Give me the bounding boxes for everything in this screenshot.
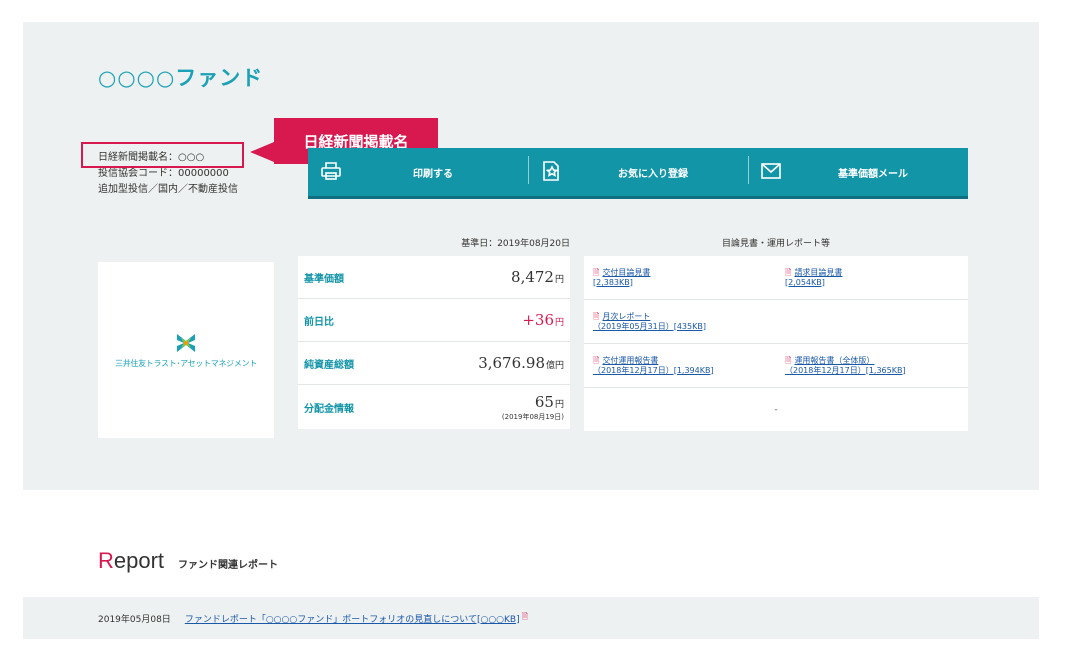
full-report-size[interactable]: （2018年12月17日）[1,365KB] [785,366,906,375]
request-prospectus-link[interactable]: 請求目論見書 [794,268,842,277]
action-toolbar: 印刷する お気に入り登録 基準価額メール [308,148,968,199]
nav-row: 基準価額 8,472円 [298,256,570,299]
doc-row: 🗎 月次レポート （2019年05月31日）[435KB] [584,300,968,344]
change-value: +36円 [522,311,564,329]
callout-arrow [250,142,274,162]
pdf-icon: 🗎 [593,355,600,365]
nikkei-name-highlight [81,142,244,168]
association-code: 投信協会コード：00000000 [98,168,229,179]
documents-header: 目論見書・運用レポート等 [721,239,830,249]
company-logo-box: 三井住友トラスト･アセットマネジメント [98,262,274,438]
fund-category: 追加型投信／国内／不動産投信 [98,184,238,195]
price-mail-button[interactable]: 基準価額メール [748,148,968,196]
pdf-icon: 🗎 [785,267,792,277]
monthly-report-size[interactable]: （2019年05月31日）[435KB] [593,322,706,331]
documents-table: 🗎 交付目論見書 [2,383KB] 🗎 請求目論見書 [2,054KB] 🗎 月次レ… [584,256,968,431]
printer-icon [321,162,341,180]
distribution-label: 分配金情報 [304,403,354,415]
report-subtitle: ファンド関連レポート [178,560,279,571]
fund-title: ○○○○ファンド [98,66,264,90]
change-row: 前日比 +36円 [298,299,570,342]
print-button[interactable]: 印刷する [308,148,528,196]
doc-cell: 🗎 運用報告書（全体版） （2018年12月17日）[1,365KB] [776,356,968,376]
report-list-item: 2019年05月08日 ファンドレポート「○○○○ファンド」ポートフォリオの見直… [23,597,1039,639]
change-label: 前日比 [304,316,334,328]
delivery-report-size[interactable]: （2018年12月17日）[1,394KB] [593,366,714,375]
mail-icon [761,163,781,179]
doc-cell: 🗎 交付運用報告書 （2018年12月17日）[1,394KB] [584,356,776,376]
monthly-report-link[interactable]: 月次レポート [602,312,650,321]
pdf-icon: 🗎 [593,267,600,277]
doc-row: 🗎 交付運用報告書 （2018年12月17日）[1,394KB] 🗎 運用報告書（全… [584,344,968,388]
pdf-icon: 🗎 [785,355,792,365]
favorite-button[interactable]: お気に入り登録 [528,148,748,196]
report-heading: Report [98,548,165,573]
doc-cell: 🗎 請求目論見書 [2,054KB] [776,268,968,288]
empty-cell: - [774,404,778,415]
net-assets-value: 3,676.98億円 [478,354,564,372]
report-date: 2019年05月08日 [98,614,171,625]
company-name: 三井住友トラスト･アセットマネジメント [115,358,257,368]
distribution-date: (2019年08月19日) [501,412,564,421]
price-table: 基準価額 8,472円 前日比 +36円 純資産総額 3,676.98億円 分配… [298,256,570,429]
net-assets-row: 純資産総額 3,676.98億円 [298,342,570,385]
report-section-title: Report ファンド関連レポート [98,548,278,574]
doc-row: - [584,388,968,431]
pdf-icon: 🗎 [593,311,600,321]
prospectus-size[interactable]: [2,383KB] [593,278,633,287]
bookmark-star-icon [543,161,559,181]
full-report-link[interactable]: 運用報告書（全体版） [794,356,874,365]
doc-row: 🗎 交付目論見書 [2,383KB] 🗎 請求目論見書 [2,054KB] [584,256,968,300]
distribution-value: 65円 (2019年08月19日) [394,393,564,422]
nav-value: 8,472円 [511,268,564,286]
net-assets-label: 純資産総額 [304,359,354,371]
delivery-report-link[interactable]: 交付運用報告書 [602,356,658,365]
request-prospectus-size[interactable]: [2,054KB] [785,278,825,287]
company-logo-icon [177,333,195,352]
pdf-icon: 🗎 [521,612,529,621]
doc-cell: 🗎 月次レポート （2019年05月31日）[435KB] [584,312,968,332]
doc-cell: 🗎 交付目論見書 [2,383KB] [584,268,776,288]
report-link[interactable]: ファンドレポート「○○○○ファンド」ポートフォリオの見直しについて[○○○KB] [185,612,520,625]
prospectus-link[interactable]: 交付目論見書 [602,268,650,277]
nav-label: 基準価額 [304,273,344,285]
distribution-row: 分配金情報 65円 (2019年08月19日) [298,385,570,429]
base-date: 基準日：2019年08月20日 [461,239,570,249]
